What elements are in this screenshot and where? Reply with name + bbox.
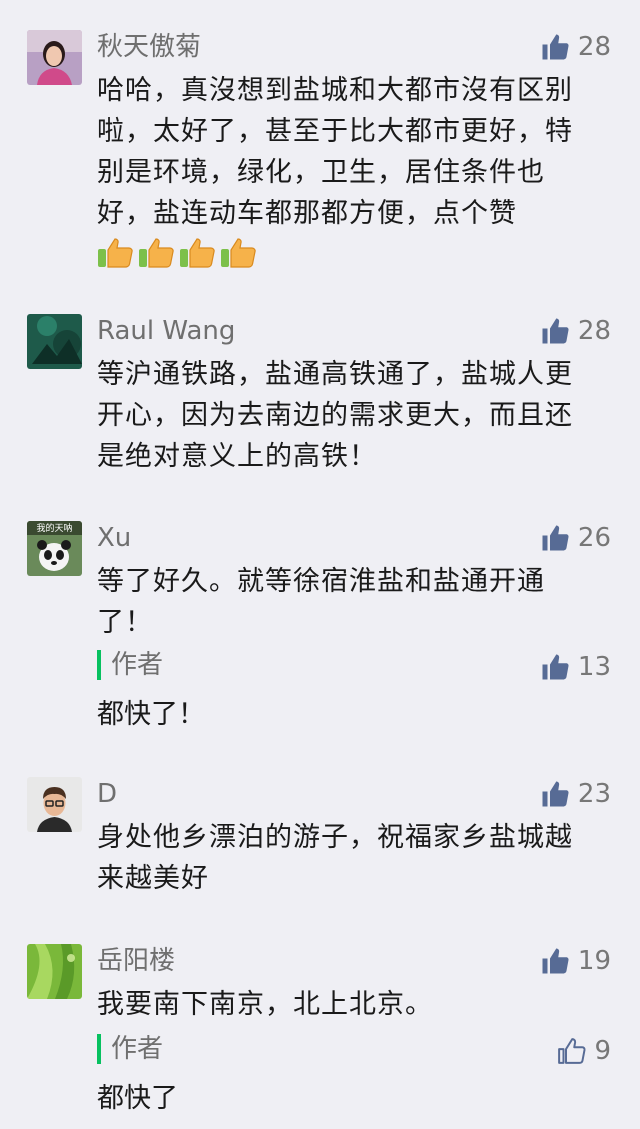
comment-text: 等沪通铁路，盐通高铁通了，盐城人更开心，因为去南边的需求更大，而且还是绝对意义上… bbox=[97, 359, 573, 472]
like-count: 28 bbox=[577, 32, 611, 62]
commenter-name[interactable]: Raul Wang bbox=[97, 314, 235, 348]
avatar[interactable]: 我的天呐 bbox=[27, 521, 82, 576]
avatar-caption: 我的天呐 bbox=[36, 522, 72, 534]
like-count: 26 bbox=[577, 523, 611, 553]
like-button[interactable]: 26 bbox=[540, 521, 611, 555]
author-label: 作者 bbox=[97, 650, 163, 680]
comment-text: 我要南下南京，北上北京。 bbox=[97, 989, 433, 1020]
avatar[interactable] bbox=[27, 30, 82, 85]
reply-text: 都快了 bbox=[97, 1083, 178, 1114]
thumbs-up-emoji bbox=[98, 238, 133, 268]
commenter-name[interactable]: 岳阳楼 bbox=[97, 944, 175, 978]
avatar[interactable] bbox=[27, 944, 82, 999]
like-count: 9 bbox=[594, 1036, 611, 1066]
reply-like-button[interactable]: 9 bbox=[556, 1034, 611, 1068]
comment-list: 秋天傲菊 28 哈哈，真沒想到盐城和大都市沒有区别啦，太好了，甚至于比大都市更好… bbox=[0, 0, 640, 1129]
like-button[interactable]: 28 bbox=[540, 314, 611, 348]
reply-text: 都快了！ bbox=[97, 699, 205, 730]
thumbs-up-outline-icon bbox=[558, 1038, 586, 1064]
thumbs-up-emoji bbox=[221, 238, 256, 268]
like-button[interactable]: 23 bbox=[540, 777, 611, 811]
commenter-name[interactable]: 秋天傲菊 bbox=[97, 30, 201, 64]
like-button[interactable]: 19 bbox=[540, 944, 611, 978]
author-reply: 作者 13 都快了！ bbox=[97, 650, 611, 740]
thumbs-up-emoji bbox=[180, 238, 215, 268]
emoji-group bbox=[97, 235, 258, 269]
thumbs-up-emoji bbox=[139, 238, 174, 268]
avatar[interactable] bbox=[27, 314, 82, 369]
reply-like-button[interactable]: 13 bbox=[540, 650, 611, 684]
thumbs-up-filled-icon bbox=[542, 34, 569, 60]
thumbs-up-filled-icon bbox=[542, 654, 569, 680]
thumbs-up-filled-icon bbox=[542, 525, 569, 551]
commenter-name[interactable]: D bbox=[97, 777, 117, 811]
like-count: 19 bbox=[577, 946, 611, 976]
avatar[interactable] bbox=[27, 777, 82, 832]
thumbs-up-filled-icon bbox=[542, 948, 569, 974]
thumbs-up-filled-icon bbox=[542, 781, 569, 807]
like-button[interactable]: 28 bbox=[540, 30, 611, 64]
like-count: 23 bbox=[577, 779, 611, 809]
commenter-name[interactable]: Xu bbox=[97, 521, 131, 555]
like-count: 28 bbox=[577, 316, 611, 346]
author-reply: 作者 9 都快了 bbox=[97, 1034, 611, 1124]
author-label: 作者 bbox=[97, 1034, 163, 1064]
thumbs-up-filled-icon bbox=[542, 318, 569, 344]
comment-text: 等了好久。就等徐宿淮盐和盐通开通了！ bbox=[97, 566, 545, 638]
comment-text: 哈哈，真沒想到盐城和大都市沒有区别啦，太好了，甚至于比大都市更好，特别是环境，绿… bbox=[97, 70, 597, 275]
comment-text: 身处他乡漂泊的游子，祝福家乡盐城越来越美好 bbox=[97, 822, 573, 894]
like-count: 13 bbox=[577, 652, 611, 682]
